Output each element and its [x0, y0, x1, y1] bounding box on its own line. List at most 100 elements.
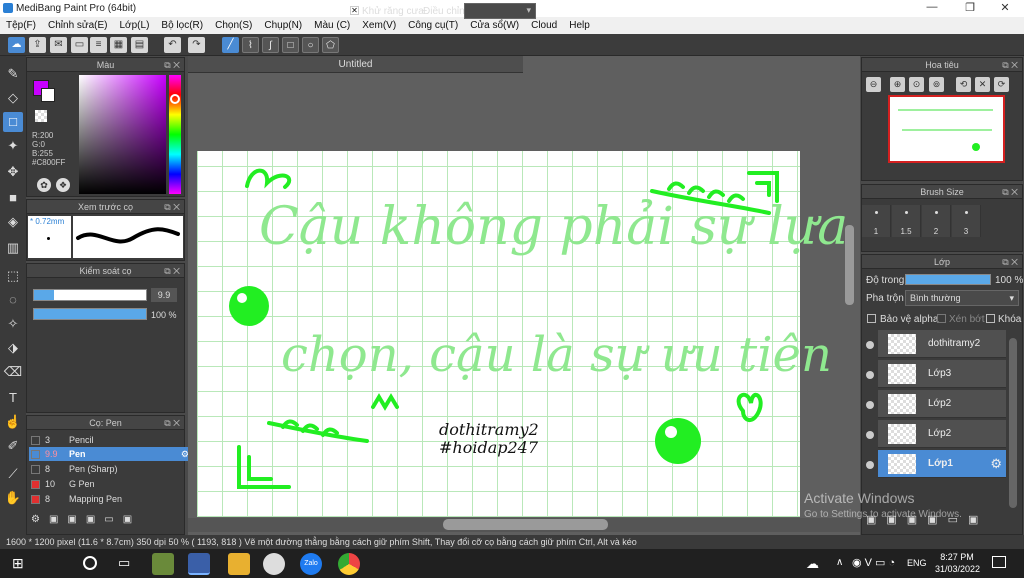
- polygon-icon[interactable]: ⬠: [322, 37, 339, 53]
- horizontal-scroll-thumb[interactable]: [443, 519, 608, 530]
- grid-icon[interactable]: ▦: [110, 37, 127, 53]
- color-history-icon[interactable]: ❖: [56, 178, 70, 192]
- brush-item-selected[interactable]: 9.9 Pen ⚙: [29, 447, 193, 461]
- layer-visibility-icon[interactable]: [866, 401, 874, 409]
- brush-item[interactable]: 3 Pencil: [29, 433, 193, 447]
- clock[interactable]: 8:27 PM 31/03/2022: [935, 551, 980, 575]
- brush-size-value[interactable]: 9.9: [151, 288, 177, 302]
- menu-window[interactable]: Cửa sổ(W): [470, 20, 519, 31]
- maximize-button[interactable]: ❐: [955, 1, 985, 16]
- operation-tool-icon[interactable]: ☝: [3, 412, 23, 432]
- tray-chevron-icon[interactable]: ∧: [836, 557, 843, 568]
- chat-icon[interactable]: ✉: [50, 37, 67, 53]
- rectangle-icon[interactable]: □: [282, 37, 299, 53]
- brush-item[interactable]: 10 G Pen: [29, 477, 193, 491]
- panel-close-icon[interactable]: ⧉ ✕: [164, 200, 180, 214]
- panel-close-icon[interactable]: ⧉ ✕: [1002, 185, 1018, 199]
- dot-tool-icon[interactable]: ✦: [3, 136, 23, 156]
- menu-edit[interactable]: Chỉnh sửa(E): [48, 20, 108, 31]
- cloud-icon[interactable]: ☁: [8, 37, 25, 53]
- menu-help[interactable]: Help: [569, 20, 590, 31]
- comment-icon[interactable]: ▭: [71, 37, 88, 53]
- chrome-icon[interactable]: [338, 553, 360, 575]
- zoom-fit-icon[interactable]: ⊙: [909, 77, 924, 92]
- background-color-swatch[interactable]: [41, 88, 55, 102]
- menu-select[interactable]: Chọn(S): [215, 20, 252, 31]
- weather-icon[interactable]: ☁: [806, 556, 819, 572]
- text-tool-icon[interactable]: T: [3, 388, 23, 408]
- layer-settings-gear-icon[interactable]: ⚙: [990, 456, 1002, 472]
- hue-slider[interactable]: [169, 75, 181, 194]
- select-eraser-icon[interactable]: ⌫: [3, 362, 23, 382]
- eraser-tool-icon[interactable]: ◇: [3, 88, 23, 108]
- document-icon[interactable]: ≡: [90, 37, 107, 53]
- rotate-left-icon[interactable]: ⟲: [956, 77, 971, 92]
- medibang-app-icon[interactable]: [188, 553, 210, 575]
- brush-size-option[interactable]: 2: [922, 205, 951, 237]
- eyedropper-icon[interactable]: ⟋: [3, 464, 23, 484]
- panel-close-icon[interactable]: ⧉ ✕: [164, 416, 180, 430]
- document-tab[interactable]: Untitled: [188, 56, 523, 73]
- brush-item[interactable]: 8 Pen (Sharp): [29, 462, 193, 476]
- panel-close-icon[interactable]: ⧉ ✕: [164, 264, 180, 278]
- ellipse-icon[interactable]: ○: [302, 37, 319, 53]
- reset-view-icon[interactable]: ✕: [975, 77, 990, 92]
- menu-tools[interactable]: Công cụ(T): [408, 20, 458, 31]
- brush-list-actions[interactable]: ⚙▣▣▣▭▣: [31, 514, 181, 530]
- zoom-actual-icon[interactable]: ⊚: [929, 77, 944, 92]
- layer-list-scrollbar[interactable]: [1009, 338, 1017, 508]
- tray-icons[interactable]: ◉ V ▭ ◔: [852, 556, 895, 569]
- drawing-canvas[interactable]: Cậu không phải sự lựa chọn, cậu là sự ưu…: [197, 151, 848, 517]
- search-icon[interactable]: [83, 556, 97, 570]
- menu-filter[interactable]: Bộ lọc(R): [161, 20, 203, 31]
- zalo-icon[interactable]: Zalo: [300, 553, 322, 575]
- lasso-icon[interactable]: ◌: [3, 290, 23, 310]
- menu-layer[interactable]: Lớp(L): [120, 20, 150, 31]
- notification-icon[interactable]: [992, 556, 1006, 568]
- select-pen-icon[interactable]: ⬗: [3, 338, 23, 358]
- brush-size-option[interactable]: 3: [952, 205, 981, 237]
- menu-cloud[interactable]: Cloud: [531, 20, 557, 31]
- polyline-icon[interactable]: ⌇: [242, 37, 259, 53]
- brush-opacity-slider[interactable]: [33, 308, 147, 320]
- zoom-in-icon[interactable]: ⊕: [890, 77, 905, 92]
- blur-tool-icon[interactable]: ✐: [3, 436, 23, 456]
- layer-visibility-icon[interactable]: [866, 371, 874, 379]
- shape-tool-icon[interactable]: □: [3, 112, 23, 132]
- correction-select[interactable]: [464, 3, 536, 19]
- file-explorer-icon[interactable]: [228, 553, 250, 575]
- panel-close-icon[interactable]: ⧉ ✕: [164, 58, 180, 72]
- saturation-value-square[interactable]: [79, 75, 166, 194]
- transparent-swatch-icon[interactable]: [35, 110, 47, 122]
- undo-icon[interactable]: ↶: [164, 37, 181, 53]
- curve-icon[interactable]: ∫: [262, 37, 279, 53]
- windows-start-icon[interactable]: ⊞: [12, 556, 26, 570]
- panel-close-icon[interactable]: ⧉ ✕: [1002, 58, 1018, 72]
- lock-checkbox[interactable]: [986, 314, 995, 323]
- brush-size-option[interactable]: 1: [862, 205, 891, 237]
- gradient-tool-icon[interactable]: ▥: [3, 238, 23, 258]
- blend-mode-select[interactable]: Bình thường ▾: [905, 290, 1019, 306]
- brush-size-slider[interactable]: [33, 289, 147, 301]
- move-tool-icon[interactable]: ✥: [3, 162, 23, 182]
- close-button[interactable]: ✕: [990, 1, 1020, 16]
- antialias-checkbox[interactable]: ✕: [350, 6, 359, 15]
- app-icon-4[interactable]: [263, 553, 285, 575]
- protect-alpha-checkbox[interactable]: [867, 314, 876, 323]
- bucket-tool-icon[interactable]: ◈: [3, 212, 23, 232]
- panel-close-icon[interactable]: ⧉ ✕: [1002, 255, 1018, 269]
- layer-visibility-icon[interactable]: [866, 341, 874, 349]
- redo-icon[interactable]: ↷: [188, 37, 205, 53]
- line-tool-icon[interactable]: ╱: [222, 37, 239, 53]
- rotate-right-icon[interactable]: ⟳: [994, 77, 1009, 92]
- task-view-icon[interactable]: ▭: [118, 555, 130, 571]
- layer-item[interactable]: dothitramy2: [878, 330, 1006, 358]
- layer-item-selected[interactable]: Lớp1 ⚙: [878, 450, 1006, 478]
- navigator-thumbnail[interactable]: [888, 95, 1005, 163]
- layer-item[interactable]: Lớp2: [878, 420, 1006, 448]
- share-icon[interactable]: ⇪: [29, 37, 46, 53]
- clipping-checkbox[interactable]: [937, 314, 946, 323]
- layer-item[interactable]: Lớp3: [878, 360, 1006, 388]
- brush-size-option[interactable]: 1.5: [892, 205, 921, 237]
- minimize-button[interactable]: —: [917, 1, 947, 16]
